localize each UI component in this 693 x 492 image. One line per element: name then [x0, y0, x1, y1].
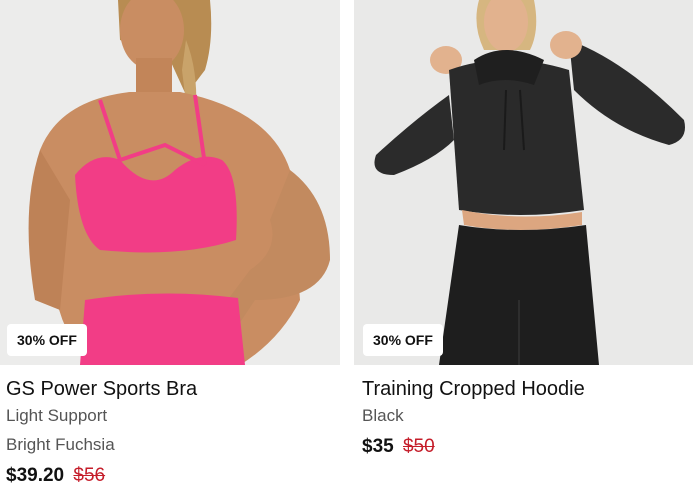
sale-price: $35: [362, 436, 394, 457]
product-photo-illustration: [354, 0, 693, 365]
product-title[interactable]: Training Cropped Hoodie: [362, 378, 585, 401]
product-subtitle: Light Support: [6, 406, 108, 425]
discount-badge: 30% OFF: [7, 324, 87, 356]
product-image[interactable]: 30% OFF: [354, 0, 693, 365]
original-price: $50: [402, 436, 435, 457]
product-image[interactable]: 30% OFF: [0, 0, 340, 365]
price-row: $35 $50: [362, 436, 435, 458]
product-title[interactable]: GS Power Sports Bra: [6, 378, 197, 401]
product-card-training-cropped-hoodie[interactable]: 30% OFF Training Cropped Hoodie Black $3…: [354, 0, 693, 457]
product-card-gs-power-sports-bra[interactable]: 30% OFF GS Power Sports Bra Light Suppor…: [0, 0, 340, 486]
discount-badge: 30% OFF: [363, 324, 443, 356]
sale-price: $39.20: [6, 465, 65, 486]
price-row: $39.20 $56: [6, 465, 105, 487]
product-photo-illustration: [0, 0, 340, 365]
product-color: Black: [362, 406, 404, 425]
product-color: Bright Fuchsia: [6, 435, 115, 454]
original-price: $56: [73, 465, 106, 486]
